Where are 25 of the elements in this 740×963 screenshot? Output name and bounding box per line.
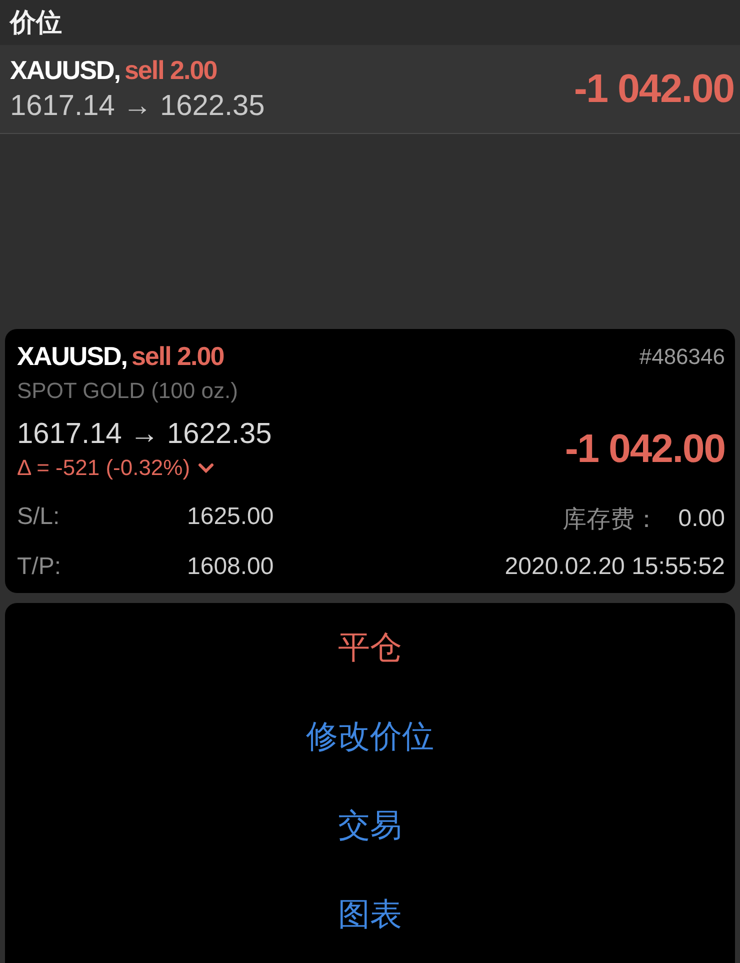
action-item[interactable]: 平仓 xyxy=(338,626,402,670)
section-title: 价位 xyxy=(10,6,62,39)
swap-label: 库存费： xyxy=(562,505,658,535)
instrument-description: SPOT GOLD (100 oz.) xyxy=(17,378,239,404)
chevron-down-icon[interactable] xyxy=(198,463,214,473)
profit-text: -1 042.00 xyxy=(564,427,725,472)
side-text: sell 2.00 xyxy=(124,55,217,85)
position-row[interactable]: XAUUSD, sell 2.00 1617.14 → 1622.35 -1 042.00 xyxy=(0,45,740,134)
action-item[interactable]: 交易 xyxy=(338,804,402,848)
price-text: 1617.14 → 1622.35 xyxy=(17,418,272,451)
action-item[interactable]: 修改价位 xyxy=(306,714,434,758)
field-value: 1625.00 xyxy=(187,503,275,532)
symbol-text: XAUUSD, xyxy=(17,341,128,371)
side-text: sell 2.00 xyxy=(131,341,224,371)
price-text: 1617.14 → 1622.35 xyxy=(10,90,265,123)
field-label: T/P: xyxy=(17,553,62,581)
open-time: 2020.02.20 15:55:52 xyxy=(504,553,725,581)
ticket-number: #486346 xyxy=(639,344,725,370)
swap-value: 0.00 xyxy=(678,505,725,533)
profit-text: -1 042.00 xyxy=(574,66,734,112)
field-label: S/L: xyxy=(17,503,61,532)
action-item[interactable]: 图表 xyxy=(338,892,402,936)
delta-text: Δ = -521 (-0.32%) xyxy=(17,455,190,481)
symbol-text: XAUUSD, xyxy=(10,55,120,85)
field-value: 1608.00 xyxy=(187,553,275,581)
